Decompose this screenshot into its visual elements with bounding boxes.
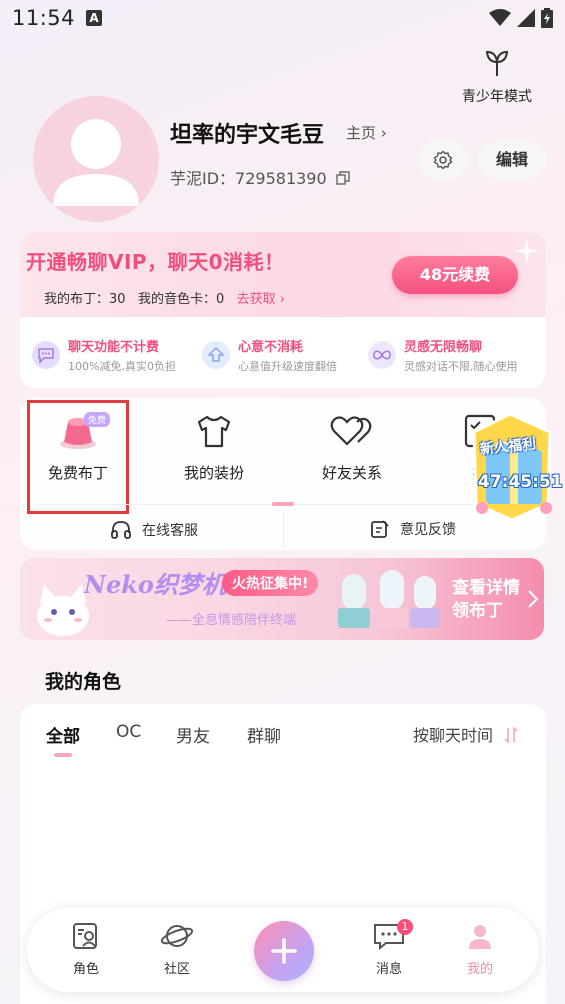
feature-heart: 心意不消耗 心意值升级速度翻倍 [202,334,337,376]
tab-oc[interactable]: OC [116,722,141,742]
copy-icon[interactable] [336,171,350,185]
banner-cta-line2: 领布丁 [452,601,503,621]
create-button[interactable] [254,921,314,981]
chat-bubble-icon [32,341,60,369]
pudding-label: 我的布丁： [44,292,110,307]
message-badge: 1 [397,919,413,935]
role-card-icon [73,923,97,949]
feature-desc: 灵感对话不限,随心使用 [404,360,518,373]
voice-card-count: 0 [215,292,225,307]
divider [283,512,284,548]
tab-group-chat[interactable]: 群聊 [247,722,281,747]
planet-icon [160,925,194,947]
battery-icon [541,8,553,28]
banner-title: Neko织梦机 [84,570,226,599]
tab-underline [54,753,72,757]
infinity-icon [368,341,396,369]
banner-pill: 火热征集中! [222,570,319,596]
tab-boyfriend[interactable]: 男友 [176,722,210,747]
sort-by-chat-time[interactable]: 按聊天时间 [413,722,518,746]
menu-friends[interactable]: 好友关系 [302,412,402,483]
get-link[interactable]: 去获取 › [237,292,285,307]
sort-label: 按聊天时间 [413,726,494,745]
sprout-icon [485,50,509,76]
menu-my-outfit[interactable]: 我的装扮 [164,412,264,483]
vip-title: 开通畅聊VIP，聊天0消耗！ [26,250,285,274]
feature-chat-free: 聊天功能不计费 100%减免,真实0负担 [32,334,176,376]
teen-mode-button[interactable]: 青少年模式 [455,48,539,106]
signal-icon [517,9,535,27]
menu-label: 好友关系 [321,464,382,482]
menu-label: 我的装扮 [183,464,244,482]
uid-value: 729581390 [235,169,327,188]
banner-cta[interactable]: 查看详情 领布丁 [452,577,520,623]
chevron-right-icon [528,590,538,608]
homepage-link[interactable]: 主页 › [346,122,387,143]
vip-balance: 我的布丁：30 我的音色卡：0 去获取 › [44,288,285,307]
status-time: 11:54 [12,6,76,30]
double-heart-icon [330,416,372,446]
tshirt-icon [197,415,231,448]
feedback-label: 意见反馈 [400,522,456,538]
feature-title: 灵感无限畅聊 [404,340,483,355]
feature-title: 心意不消耗 [238,340,304,355]
gear-icon [433,150,453,170]
edit-button[interactable]: 编辑 [478,141,546,179]
customer-service-button[interactable]: 在线客服 [110,519,198,541]
user-id[interactable]: 芋泥ID：729581390 [170,165,350,189]
nav-me[interactable]: 我的 [450,922,510,977]
page-indicator [272,502,294,506]
feature-desc: 100%减免,真实0负担 [68,360,176,373]
nav-label: 角色 [72,962,99,977]
user-icon [469,925,491,949]
roles-section-title: 我的角色 [45,671,122,693]
feature-desc: 心意值升级速度翻倍 [238,360,337,373]
headset-icon [111,521,131,539]
banner-subtitle: ——全息情感陪伴终端 [166,613,297,628]
status-icons [489,8,553,28]
customer-service-label: 在线客服 [142,523,198,539]
banner-cta-line1: 查看详情 [452,578,520,598]
notification-icon: A [86,10,102,26]
upgrade-heart-icon [202,341,230,369]
avatar[interactable] [33,96,159,222]
nav-label: 社区 [163,962,190,977]
wifi-icon [489,9,511,26]
device-illustration [338,570,440,628]
renew-button[interactable]: 48元续费 [392,256,518,294]
settings-button[interactable] [418,141,468,179]
newcomer-gift-widget[interactable]: 新人福利 47:45:51 [462,412,563,524]
gift-timer: 47:45:51 [478,472,563,492]
feature-title: 聊天功能不计费 [68,340,160,355]
nav-label: 我的 [466,962,493,977]
nav-label: 消息 [375,962,402,977]
tab-all[interactable]: 全部 [46,722,80,747]
username: 坦率的宇文毛豆 [170,123,325,148]
uid-label: 芋泥ID： [170,169,236,188]
highlight-box [27,400,129,514]
sort-icon [504,726,518,744]
nav-community[interactable]: 社区 [147,922,207,977]
voice-card-label: 我的音色卡： [137,292,216,307]
gift-box-icon [472,412,552,522]
feature-inspiration: 灵感无限畅聊 灵感对话不限,随心使用 [368,334,518,376]
feedback-button[interactable]: 意见反馈 [370,519,456,539]
teen-mode-label: 青少年模式 [462,89,532,105]
plus-icon [271,938,297,964]
feedback-icon [371,520,389,538]
avatar-placeholder-icon [53,119,139,206]
nav-roles[interactable]: 角色 [56,922,116,977]
pudding-count: 30 [109,292,126,307]
sparkle-icon [514,238,540,264]
